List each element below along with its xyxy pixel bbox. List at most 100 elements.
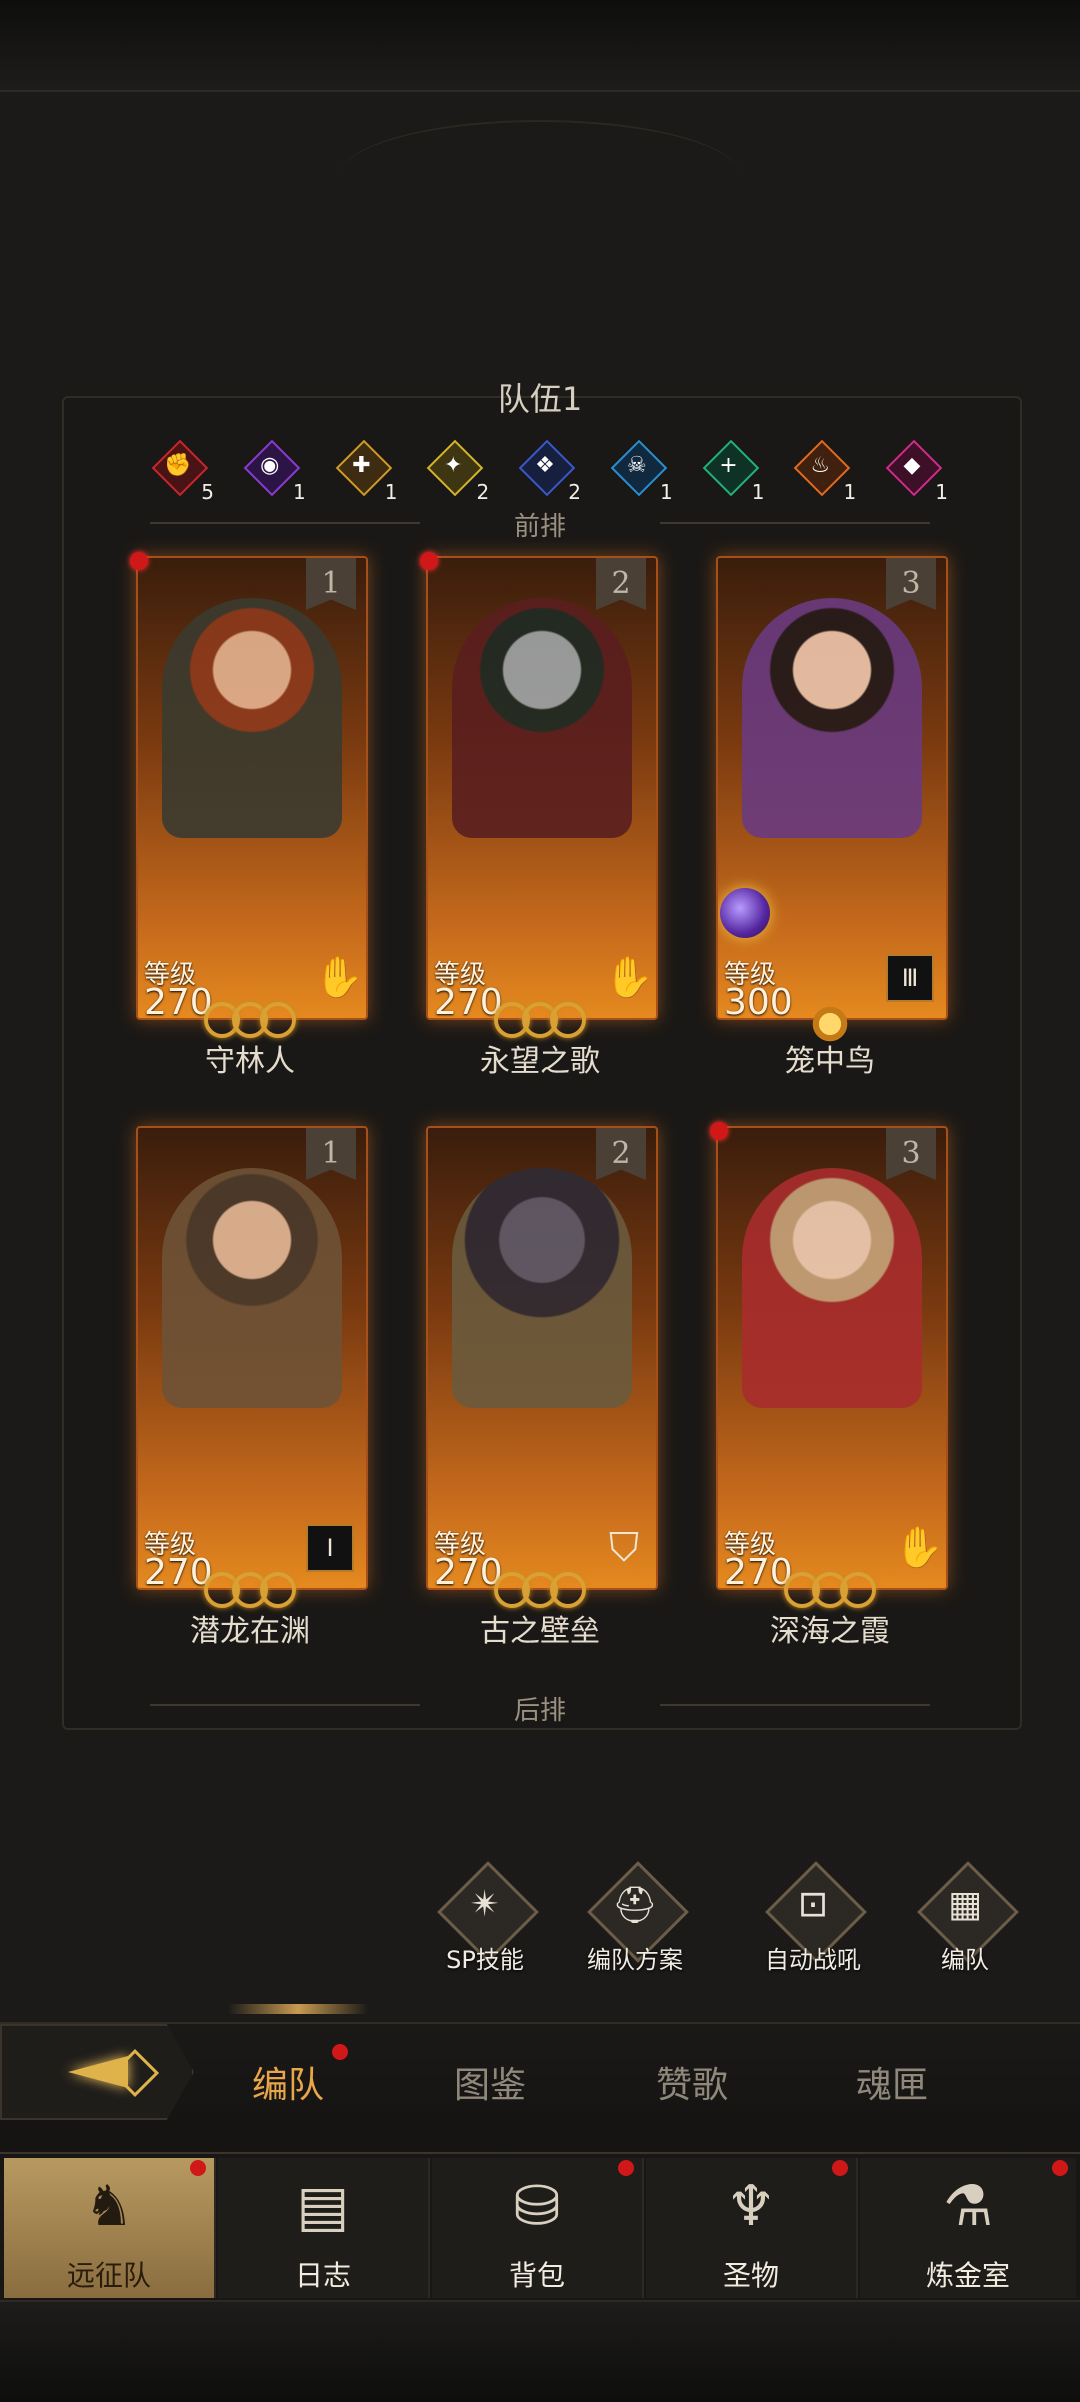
equipment-orb-icon [720, 888, 770, 938]
backpack-icon: ⛁ [513, 2174, 561, 2239]
auto-battle-cry-button[interactable]: ⊡ 自动战吼 [758, 1861, 868, 1976]
hero-portrait [452, 598, 632, 838]
slot-number: 3 [901, 566, 921, 601]
faction-yellow-figure[interactable]: ✦ 2 [425, 438, 489, 504]
nav-expedition[interactable]: ♞ 远征队 [4, 2158, 216, 2298]
card-frame: 2 等级 270 ⛉ [426, 1126, 658, 1590]
star-rank [490, 1572, 590, 1608]
hand-icon: ✋ [314, 955, 364, 1001]
slot-number: 2 [611, 566, 631, 601]
notification-dot [420, 552, 438, 570]
notification-dot [130, 552, 148, 570]
faction-orange-flame[interactable]: ♨ 1 [792, 438, 856, 504]
faction-pink-gem[interactable]: ◆ 1 [884, 438, 948, 504]
auto-battle-icon: ⊡ [797, 1884, 829, 1925]
back-button[interactable] [0, 2024, 194, 2120]
sword-rank-icon: Ⅲ [886, 954, 934, 1002]
slot-number: 1 [321, 566, 341, 601]
faction-count: 1 [293, 480, 306, 504]
hero-card[interactable]: 2 等级 270 ✋ 永望之歌 [420, 552, 658, 1079]
star-rank [490, 1002, 590, 1038]
bottom-frame [0, 2300, 1080, 2402]
card-frame: 1 等级 270 Ⅰ [136, 1126, 368, 1590]
card-frame: 3 等级 300 Ⅲ [716, 556, 948, 1020]
tab-codex[interactable]: 图鉴 [454, 2056, 526, 2108]
helmet-icon: ⛑ [612, 1885, 658, 1926]
faction-red-fist[interactable]: ✊ 5 [150, 438, 214, 504]
nav-journal[interactable]: ▤ 日志 [218, 2158, 430, 2298]
faction-count: 2 [476, 480, 490, 504]
hero-card[interactable]: 1 等级 270 ✋ 守林人 [130, 552, 368, 1079]
notification-dot [710, 1122, 728, 1140]
hero-name: 笼中鸟 [785, 1044, 875, 1079]
star-rank [780, 1572, 880, 1608]
faction-count: 1 [751, 480, 765, 504]
faction-count: 1 [935, 480, 948, 504]
formation-plan-label: 编队方案 [587, 1946, 683, 1974]
faction-cyan-skull[interactable]: ☠ 1 [609, 438, 673, 504]
horned-helmet-icon: ♞ [83, 2174, 135, 2239]
faction-count: 1 [660, 480, 673, 504]
nav-label: 圣物 [722, 2259, 779, 2292]
faction-count: 1 [843, 480, 857, 504]
hero-name: 古之壁垒 [480, 1614, 600, 1649]
brazier-icon: ♆ [725, 2174, 777, 2239]
nav-relics[interactable]: ♆ 圣物 [646, 2158, 858, 2298]
hand-icon: ✋ [894, 1525, 944, 1571]
nav-label: 日志 [294, 2259, 351, 2292]
alchemy-icon: ⚗ [942, 2174, 994, 2239]
front-row-label: 前排 [513, 512, 566, 542]
notification-dot [190, 2160, 206, 2176]
hero-name: 潜龙在渊 [190, 1614, 310, 1649]
level-value: 300 [724, 982, 793, 1020]
formation-label: 编队 [941, 1946, 989, 1974]
hero-card[interactable]: 3 等级 300 Ⅲ 笼中鸟 [716, 556, 948, 1079]
faction-purple-eye[interactable]: ◉ 1 [242, 438, 306, 504]
hand-icon: ✋ [604, 955, 654, 1001]
faction-gold-cross[interactable]: ✚ 1 [334, 438, 398, 504]
hero-portrait [742, 1168, 922, 1408]
formation-plan-button[interactable]: ⛑ 编队方案 [580, 1861, 690, 1976]
faction-green-plus[interactable]: + 1 [701, 438, 765, 504]
hero-portrait [162, 598, 342, 838]
top-frame [0, 0, 1080, 92]
hero-name: 守林人 [205, 1044, 295, 1079]
tab-anthem[interactable]: 赞歌 [656, 2056, 728, 2108]
auto-battle-cry-label: 自动战吼 [765, 1946, 861, 1974]
faction-count: 2 [568, 480, 581, 504]
nav-label: 远征队 [66, 2259, 151, 2292]
star-rank [200, 1572, 300, 1608]
slot-number: 2 [611, 1136, 631, 1171]
faction-count: 1 [384, 480, 398, 504]
sp-skill-label: SP技能 [446, 1946, 524, 1974]
faction-count: 5 [201, 480, 214, 504]
formation-button[interactable]: ▦ 编队 [910, 1861, 1020, 1976]
hero-portrait [742, 598, 922, 838]
sp-skill-button[interactable]: ✴ SP技能 [430, 1861, 540, 1976]
sp-star-icon: ✴ [469, 1884, 501, 1925]
scroll-icon: ▤ [296, 2174, 350, 2239]
hero-name: 深海之霞 [770, 1614, 890, 1649]
notification-dot [1052, 2160, 1068, 2176]
star-rank [200, 1002, 300, 1038]
card-frame: 3 等级 270 ✋ [716, 1126, 948, 1590]
card-frame: 1 等级 270 ✋ [136, 556, 368, 1020]
faction-blue-beast[interactable]: ❖ 2 [517, 438, 581, 504]
card-frame: 2 等级 270 ✋ [426, 556, 658, 1020]
faction-bar: ✊ 5 ◉ 1 ✚ 1 ✦ 2 ❖ 2 ☠ 1 + 1 ♨ 1 ◆ 1 [150, 438, 948, 504]
nav-alchemy[interactable]: ⚗ 炼金室 [860, 2158, 1076, 2298]
hero-portrait [162, 1168, 342, 1408]
nav-label: 背包 [508, 2259, 565, 2292]
active-tab-marker [228, 2004, 368, 2014]
tab-formation[interactable]: 编队 [252, 2056, 324, 2108]
tab-soul-box[interactable]: 魂匣 [856, 2056, 928, 2108]
nav-backpack[interactable]: ⛁ 背包 [432, 2158, 644, 2298]
hero-card[interactable]: 2 等级 270 ⛉ 古之壁垒 [426, 1126, 658, 1649]
notification-dot [332, 2044, 348, 2060]
hero-card[interactable]: 1 等级 270 Ⅰ 潜龙在渊 [136, 1126, 368, 1649]
sword-rank-icon: Ⅰ [306, 1524, 354, 1572]
hero-card[interactable]: 3 等级 270 ✋ 深海之霞 [710, 1122, 948, 1649]
shield-icon: ⛉ [609, 1525, 639, 1571]
hero-name: 永望之歌 [480, 1044, 600, 1079]
team-title: 队伍1 [497, 380, 583, 418]
